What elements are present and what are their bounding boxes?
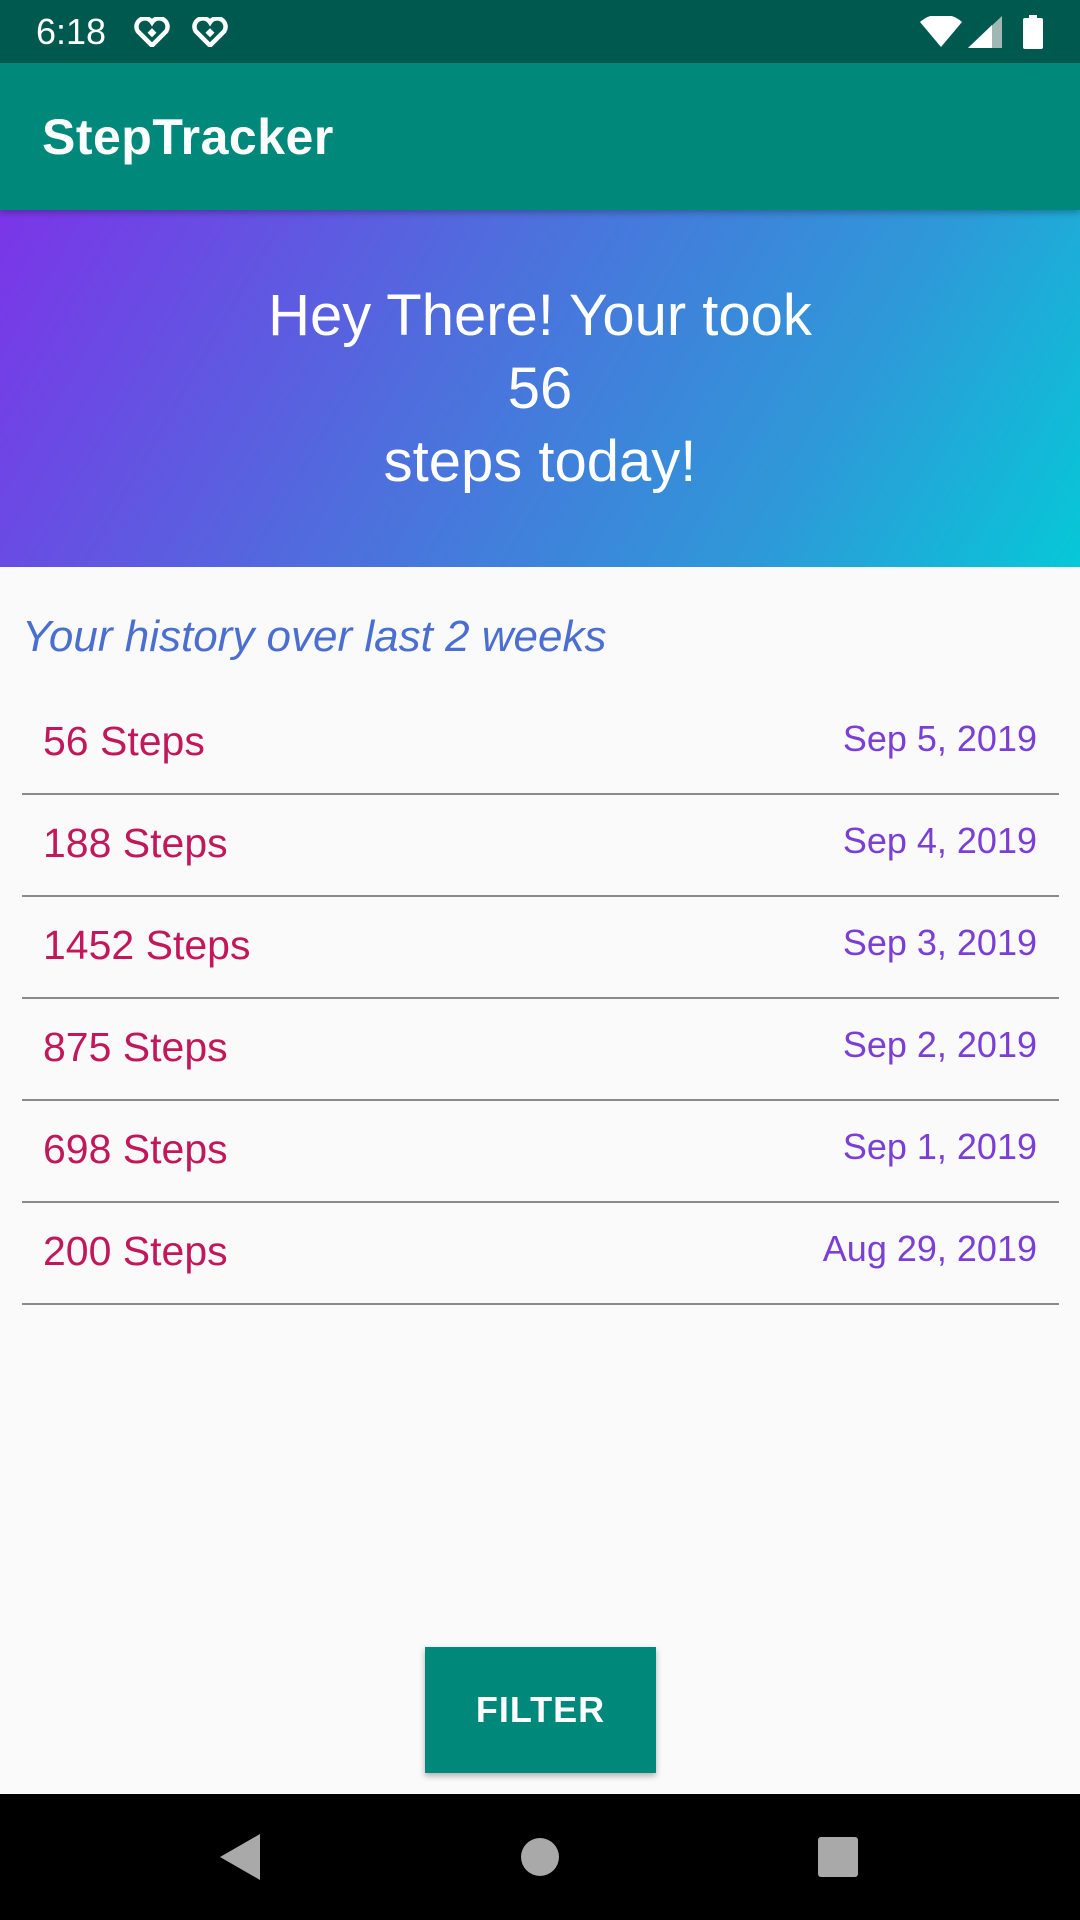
row-steps: 875 Steps	[43, 1024, 228, 1070]
home-button[interactable]	[500, 1824, 580, 1890]
row-steps: 1452 Steps	[43, 922, 251, 968]
heart-icon	[134, 16, 170, 47]
home-icon	[521, 1838, 559, 1876]
filter-button[interactable]: FILTER	[425, 1647, 656, 1773]
list-item[interactable]: 188 Steps Sep 4, 2019	[22, 795, 1059, 897]
cell-signal-icon	[968, 15, 1002, 48]
row-steps: 200 Steps	[43, 1228, 228, 1274]
status-bar: 6:18	[0, 0, 1080, 63]
list-item[interactable]: 1452 Steps Sep 3, 2019	[22, 897, 1059, 999]
navigation-bar	[0, 1794, 1080, 1920]
row-steps: 56 Steps	[43, 718, 205, 764]
back-button[interactable]	[200, 1824, 280, 1890]
screen: 6:18 StepTracker Hey There! Your took 56…	[0, 0, 1080, 1920]
row-date: Sep 4, 2019	[842, 820, 1037, 861]
recents-button[interactable]	[798, 1824, 878, 1890]
row-steps: 188 Steps	[43, 820, 228, 866]
battery-icon	[1023, 14, 1043, 49]
list-item[interactable]: 56 Steps Sep 5, 2019	[22, 693, 1059, 795]
row-date: Aug 29, 2019	[822, 1228, 1037, 1269]
banner-greeting: Hey There! Your took	[268, 283, 812, 348]
recents-icon	[818, 1837, 858, 1877]
back-icon	[220, 1834, 260, 1880]
app-title: StepTracker	[42, 108, 334, 165]
list-item[interactable]: 200 Steps Aug 29, 2019	[22, 1203, 1059, 1305]
steps-banner: Hey There! Your took 56 steps today!	[0, 210, 1080, 567]
heart-icon	[192, 16, 228, 47]
list-item[interactable]: 875 Steps Sep 2, 2019	[22, 999, 1059, 1101]
wifi-icon	[920, 15, 962, 47]
row-date: Sep 1, 2019	[842, 1126, 1037, 1167]
status-right-icons	[920, 14, 1044, 49]
row-date: Sep 2, 2019	[842, 1024, 1037, 1065]
banner-suffix: steps today!	[383, 429, 697, 494]
history-list: 56 Steps Sep 5, 2019 188 Steps Sep 4, 20…	[22, 693, 1059, 1305]
row-date: Sep 3, 2019	[842, 922, 1037, 963]
status-time: 6:18	[36, 10, 107, 52]
list-item[interactable]: 698 Steps Sep 1, 2019	[22, 1101, 1059, 1203]
row-date: Sep 5, 2019	[842, 718, 1037, 759]
history-title: Your history over last 2 weeks	[22, 612, 607, 661]
row-steps: 698 Steps	[43, 1126, 228, 1172]
banner-step-count: 56	[507, 356, 573, 421]
app-bar: StepTracker	[0, 63, 1080, 210]
